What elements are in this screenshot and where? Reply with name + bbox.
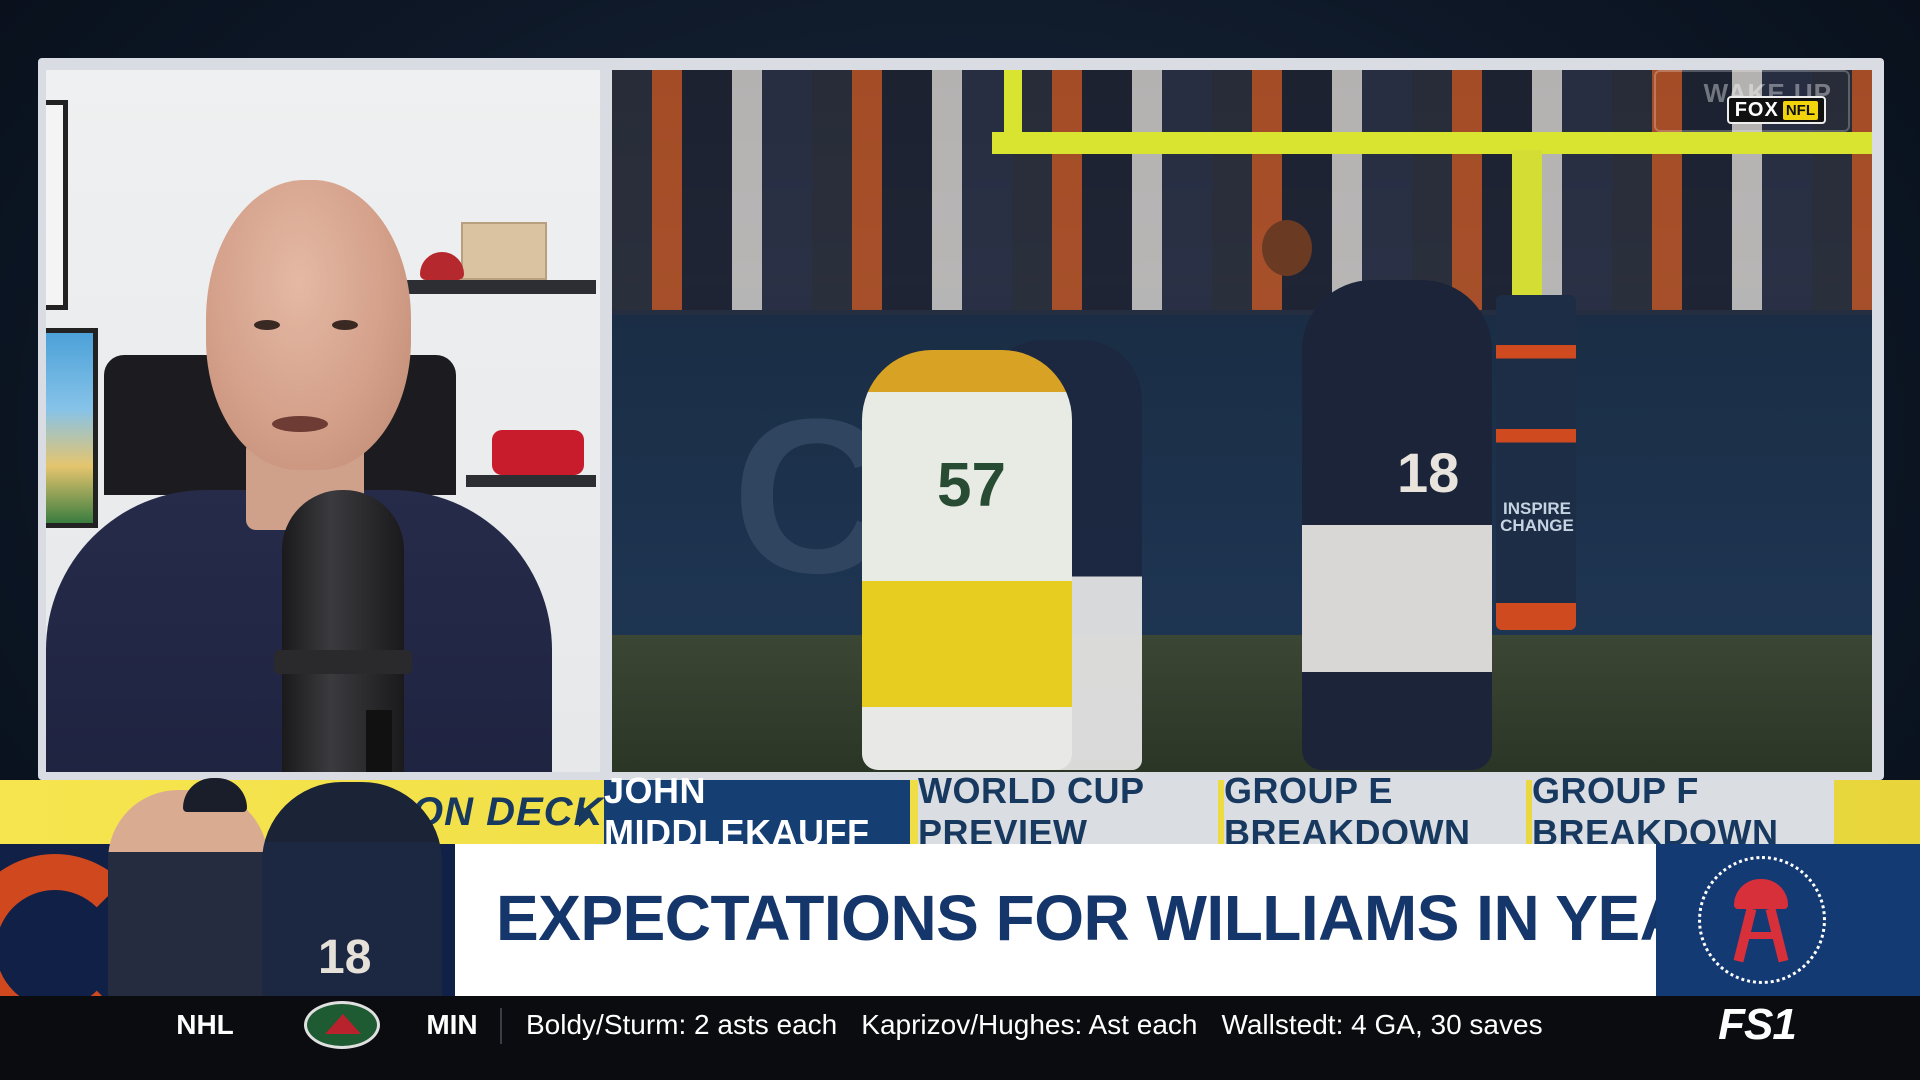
on-deck-label: ON DECK (412, 790, 604, 834)
ticker-item: Kaprizov/Hughes: Ast each (861, 1009, 1198, 1040)
fox-nfl-logo-icon: FOX NFL (1726, 96, 1826, 124)
inspire-change-banner: INSPIRE CHANGE (1500, 499, 1574, 535)
goalpost-base (1512, 150, 1542, 298)
ticker-league: NHL (176, 1009, 234, 1040)
shelf (406, 280, 596, 294)
ticker-item: Wallstedt: 4 GA, 30 saves (1221, 1009, 1543, 1040)
fox-label: FOX (1734, 98, 1779, 121)
barstool-rung (1742, 932, 1780, 939)
goalpost-crossbar (992, 132, 1872, 154)
host-eye-right (332, 320, 358, 330)
on-deck-item-group-f-breakdown: GROUP F BREAKDOWN (1532, 770, 1834, 853)
on-deck-item-world-cup-preview: WORLD CUP PREVIEW (918, 770, 1218, 853)
wall-painting (46, 328, 98, 528)
goalpost-upright (1004, 70, 1022, 140)
on-deck-arrow-icon (579, 803, 592, 827)
defender-number: 57 (937, 451, 1006, 520)
barstool-logo-icon (1698, 856, 1826, 984)
mini-helmet (420, 252, 464, 280)
gloves (492, 430, 584, 475)
coach-image (108, 790, 268, 996)
host-eye-left (254, 320, 280, 330)
ticker-items: Boldy/Sturm: 2 asts each Kaprizov/Hughes… (526, 996, 1642, 1054)
quarterback-graphic-number: 18 (318, 931, 372, 984)
player-quarterback (1302, 280, 1492, 770)
network-logo: FS1 (1718, 1000, 1797, 1049)
ticker-team: MIN (426, 1009, 478, 1040)
host-video-panel (46, 70, 600, 772)
on-deck-item-john-middlekauff: JOHN MIDDLEKAUFF (604, 770, 910, 853)
host-mouth (272, 416, 328, 432)
on-deck-item-group-e-breakdown: GROUP E BREAKDOWN (1224, 770, 1526, 853)
wild-logo-icon (304, 1001, 380, 1049)
player-packers-defender (862, 350, 1072, 770)
football (1262, 220, 1312, 276)
game-video-panel: C INSPIRE CHANGE 57 18 WAKE UP FOX NFL (612, 70, 1872, 772)
field-turf (612, 635, 1872, 772)
headline-text: EXPECTATIONS FOR WILLIAMS IN YEAR 3? (496, 882, 1823, 954)
quarterback-number: 18 (1397, 441, 1460, 504)
shelf-lower (466, 475, 596, 487)
ticker-item: Boldy/Sturm: 2 asts each (526, 1009, 838, 1040)
goalpost-padding (1496, 295, 1576, 630)
microphone-mount (274, 650, 412, 674)
nfl-label: NFL (1782, 100, 1818, 120)
ticker-divider (500, 1008, 502, 1044)
microphone-arm (366, 710, 392, 772)
clapperboard (461, 222, 547, 280)
wall-frame (46, 100, 68, 310)
